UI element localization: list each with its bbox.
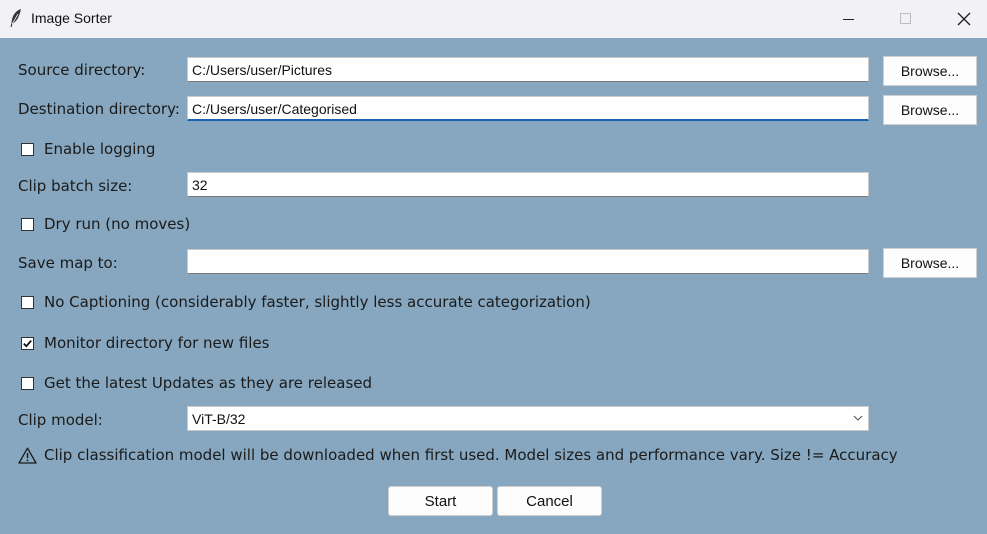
start-button[interactable]: Start (388, 486, 493, 516)
model-download-warning: Clip classification model will be downlo… (18, 446, 898, 464)
monitor-directory-label: Monitor directory for new files (44, 334, 270, 352)
minimize-icon (843, 19, 854, 20)
destination-directory-label: Destination directory: (18, 100, 180, 118)
save-map-input[interactable] (187, 249, 869, 274)
feather-icon (9, 8, 23, 28)
save-map-label: Save map to: (18, 254, 118, 272)
maximize-icon (900, 13, 911, 24)
maximize-button[interactable] (883, 0, 929, 38)
chevron-down-icon[interactable] (853, 414, 863, 422)
image-sorter-window: Image Sorter Source directory: C:/Users/… (0, 0, 987, 534)
close-icon (957, 12, 971, 26)
latest-updates-label: Get the latest Updates as they are relea… (44, 374, 373, 392)
monitor-directory-option[interactable]: Monitor directory for new files (21, 334, 269, 352)
minimize-button[interactable] (826, 0, 872, 38)
no-captioning-label: No Captioning (considerably faster, slig… (44, 293, 591, 311)
source-directory-input[interactable]: C:/Users/user/Pictures (187, 57, 869, 82)
dry-run-checkbox[interactable] (21, 217, 34, 231)
close-button[interactable] (941, 0, 987, 38)
clip-model-select[interactable]: ViT-B/32 (187, 406, 869, 431)
monitor-directory-checkbox[interactable] (21, 336, 34, 350)
enable-logging-checkbox[interactable] (21, 142, 34, 156)
warning-icon (18, 447, 37, 464)
source-browse-button[interactable]: Browse... (883, 56, 977, 86)
save-map-browse-button[interactable]: Browse... (883, 248, 977, 278)
dry-run-label: Dry run (no moves) (44, 215, 191, 233)
title-bar[interactable]: Image Sorter (0, 0, 987, 38)
cancel-button[interactable]: Cancel (497, 486, 602, 516)
no-captioning-checkbox[interactable] (21, 295, 34, 309)
dry-run-option[interactable]: Dry run (no moves) (21, 215, 190, 233)
destination-browse-button[interactable]: Browse... (883, 95, 977, 125)
latest-updates-option[interactable]: Get the latest Updates as they are relea… (21, 374, 372, 392)
destination-directory-input[interactable]: C:/Users/user/Categorised (187, 96, 869, 121)
enable-logging-label: Enable logging (44, 140, 156, 158)
batch-size-label: Clip batch size: (18, 177, 133, 195)
batch-size-input[interactable]: 32 (187, 172, 869, 197)
source-directory-label: Source directory: (18, 61, 146, 79)
warning-text: Clip classification model will be downlo… (44, 446, 898, 464)
no-captioning-option[interactable]: No Captioning (considerably faster, slig… (21, 293, 591, 311)
window-title: Image Sorter (31, 10, 112, 26)
latest-updates-checkbox[interactable] (21, 376, 34, 390)
enable-logging-option[interactable]: Enable logging (21, 140, 155, 158)
clip-model-value: ViT-B/32 (192, 411, 246, 427)
clip-model-label: Clip model: (18, 411, 103, 429)
checkmark-icon (23, 339, 32, 348)
